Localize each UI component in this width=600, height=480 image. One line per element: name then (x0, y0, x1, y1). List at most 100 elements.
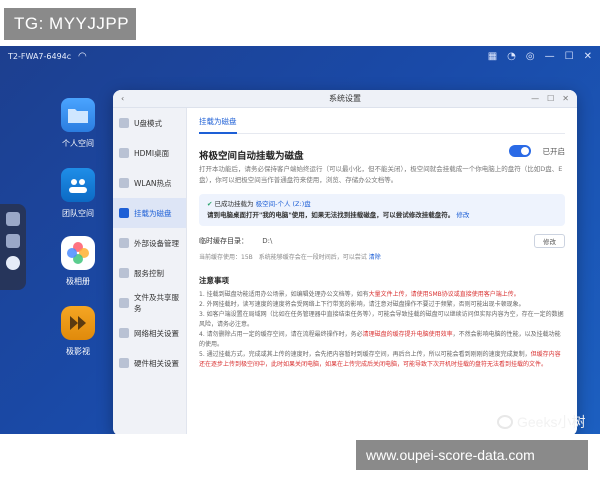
section-heading: 将极空间自动挂载为磁盘 (199, 151, 304, 162)
weibo-icon (497, 415, 513, 429)
service-icon (119, 268, 129, 278)
dock-settings-icon[interactable] (6, 256, 20, 270)
modify-drive-letter-link[interactable]: 修改 (456, 211, 469, 219)
nas-desktop: T2-FWA7-6494c ◠ ▦ ◔ ◎ — ☐ ✕ 个人空间 团队空间 极相… (0, 46, 600, 434)
check-icon: ✔ (207, 200, 213, 208)
window-minimize-icon[interactable]: — (531, 90, 539, 108)
dock-apps-icon[interactable] (6, 212, 20, 226)
window-buttons: — ☐ ✕ (531, 90, 569, 108)
app-label: 极相册 (66, 277, 90, 286)
wifi-icon: ◠ (78, 51, 87, 62)
close-icon[interactable]: ✕ (584, 46, 592, 68)
sidebar-item-label: U盘模式 (134, 118, 162, 128)
folder-icon (61, 98, 95, 132)
desktop-controls: ▦ ◔ ◎ — ☐ ✕ (488, 46, 592, 68)
network-icon (119, 328, 129, 338)
note-item: 5. 通过挂载方式，完成或其上传的速度时，会先把内容暂时到缓存空间，再后台上传，… (199, 350, 565, 370)
url-overlay-badge: www.oupei-score-data.com (356, 440, 588, 470)
success-line: ✔ 已成功挂载为 极空间-个人 (Z:)盘 (207, 199, 557, 210)
note-item: 1. 挂载到磁盘功能适用办公场景，如编辑处理办公文档等，如有大量文件上传，请使用… (199, 290, 565, 300)
sidebar-item-label: 硬件相关设置 (134, 358, 179, 368)
sidebar-item-label: HDMI桌面 (134, 148, 170, 158)
weibo-watermark: Geeks小树 (497, 412, 585, 432)
sidebar-item-file-sharing[interactable]: 文件及共享服务 (113, 288, 186, 318)
sidebar-item-mount-disk[interactable]: 挂载为磁盘 (113, 198, 186, 228)
note-warning: 大量文件上传，请使用SMB协议或直接使用客户端上传。 (368, 291, 520, 298)
wifi-hotspot-icon (119, 178, 129, 188)
note-item: 4. 请勿删除占用一定的缓存空间，请在流程最终操作时，务必清理磁盘的缓存提升电脑… (199, 330, 565, 350)
mount-success-box: ✔ 已成功挂载为 极空间-个人 (Z:)盘 请到电脑桌面打开"我的电脑"使用，如… (199, 194, 565, 226)
left-dock (0, 204, 26, 290)
device-name: T2-FWA7-6494c (8, 52, 72, 61)
window-titlebar: ‹ 系统设置 — ☐ ✕ (113, 90, 577, 108)
cache-usage-text: 当前缓存使用：15B 系统能够缓存会在一段时间后，可以尝试 (199, 254, 367, 261)
app-team-space[interactable]: 团队空间 (48, 168, 108, 219)
edit-cache-button[interactable]: 修改 (534, 234, 565, 248)
app-label: 极影视 (66, 347, 90, 356)
note-item: 3. 如客户端设置在局域网（比如在任务管理器中直接结束任务等），可能会导致挂载的… (199, 311, 564, 328)
note-text: 5. 通过挂载方式，完成或其上传的速度时，会先把内容暂时到缓存空间，再后台上传，… (199, 351, 531, 358)
settings-content: 挂载为磁盘 将极空间自动挂载为磁盘 已开启 打开本功能后，请务必保持客户端始终运… (187, 108, 577, 434)
note-item: 2. 外网挂载时，读写速度的速度将会受网络上下行带宽的影响，请注意对磁盘操作不要… (199, 301, 525, 308)
share-icon (119, 298, 129, 308)
app-video[interactable]: 极影视 (48, 306, 108, 357)
mounted-drive-link[interactable]: 极空间-个人 (Z:)盘 (256, 200, 311, 208)
note-text: 1. 挂载到磁盘功能适用办公场景，如编辑处理办公文档等，如有 (199, 291, 369, 298)
desktop-statusbar: T2-FWA7-6494c ◠ ▦ ◔ ◎ — ☐ ✕ (0, 46, 600, 68)
feature-description: 打开本功能后，请务必保持客户端始终运行（可以最小化，但不能关闭），极空间就会挂载… (199, 165, 563, 184)
settings-window: ‹ 系统设置 — ☐ ✕ U盘模式 HDMI桌面 WLAN热点 挂载为磁盘 外部… (113, 90, 577, 434)
disk-icon (119, 208, 129, 218)
app-label: 个人空间 (62, 139, 94, 148)
cache-dir-row: 临时缓存目录： D:\ 修改 (199, 234, 565, 250)
sidebar-item-label: 文件及共享服务 (134, 293, 179, 313)
notes-list: 1. 挂载到磁盘功能适用办公场景，如编辑处理办公文档等，如有大量文件上传，请使用… (199, 290, 565, 370)
heading-row: 将极空间自动挂载为磁盘 已开启 (199, 144, 566, 162)
video-icon (61, 306, 95, 340)
sidebar-item-label: 服务控制 (134, 268, 164, 278)
sidebar-item-service-control[interactable]: 服务控制 (113, 258, 186, 288)
grid-icon[interactable]: ▦ (488, 46, 497, 68)
sidebar-item-network[interactable]: 网络相关设置 (113, 318, 186, 348)
success-hint-line: 请到电脑桌面打开"我的电脑"使用，如果无法找到挂载磁盘，可以尝试修改挂载盘符。 … (207, 210, 557, 221)
sidebar-item-label: 外部设备管理 (134, 238, 179, 248)
success-prefix: 已成功挂载为 (214, 200, 254, 208)
photos-icon (61, 236, 95, 270)
tab-divider (199, 133, 565, 134)
device-icon (119, 238, 129, 248)
monitor-icon (119, 148, 129, 158)
toggle-status-label: 已开启 (542, 147, 566, 156)
usb-icon (119, 118, 129, 128)
tab-mount-disk[interactable]: 挂载为磁盘 (199, 108, 237, 134)
sidebar-item-usb-mode[interactable]: U盘模式 (113, 108, 186, 138)
sidebar-item-hdmi[interactable]: HDMI桌面 (113, 138, 186, 168)
watermark-text: Geeks小树 (517, 414, 586, 430)
success-hint: 请到电脑桌面打开"我的电脑"使用，如果无法找到挂载磁盘，可以尝试修改挂载盘符。 (207, 211, 455, 219)
sidebar-item-external-devices[interactable]: 外部设备管理 (113, 228, 186, 258)
window-title: 系统设置 (329, 94, 361, 103)
hardware-icon (119, 358, 129, 368)
notes-title: 注意事项 (199, 276, 229, 285)
app-label: 团队空间 (62, 209, 94, 218)
bell-icon[interactable]: ◔ (507, 46, 516, 68)
dock-grid-icon[interactable] (6, 234, 20, 248)
minimize-icon[interactable]: — (545, 46, 555, 68)
tg-overlay-badge: TG: MYYJJPP (4, 8, 136, 40)
cache-dir-path: D:\ (262, 237, 273, 245)
cache-usage-info: 当前缓存使用：15B 系统能够缓存会在一段时间后，可以尝试 清除 (199, 252, 565, 261)
settings-sidebar: U盘模式 HDMI桌面 WLAN热点 挂载为磁盘 外部设备管理 服务控制 文件及… (113, 108, 187, 434)
sidebar-item-label: 网络相关设置 (134, 328, 179, 338)
note-text: 4. 请勿删除占用一定的缓存空间，请在流程最终操作时，务必 (199, 331, 363, 338)
window-maximize-icon[interactable]: ☐ (547, 90, 554, 108)
window-close-icon[interactable]: ✕ (562, 90, 569, 108)
app-personal-space[interactable]: 个人空间 (48, 98, 108, 149)
clear-cache-link[interactable]: 清除 (369, 254, 381, 261)
app-photos[interactable]: 极相册 (48, 236, 108, 287)
user-icon[interactable]: ◎ (526, 46, 535, 68)
sidebar-item-wlan[interactable]: WLAN热点 (113, 168, 186, 198)
note-warning: 清理磁盘的缓存提升电脑使用效率 (362, 331, 453, 338)
sidebar-item-hardware[interactable]: 硬件相关设置 (113, 348, 186, 378)
auto-mount-toggle[interactable] (509, 145, 531, 157)
maximize-icon[interactable]: ☐ (565, 46, 574, 68)
cache-dir-label: 临时缓存目录： (199, 237, 248, 245)
sidebar-item-label: 挂载为磁盘 (134, 208, 172, 218)
